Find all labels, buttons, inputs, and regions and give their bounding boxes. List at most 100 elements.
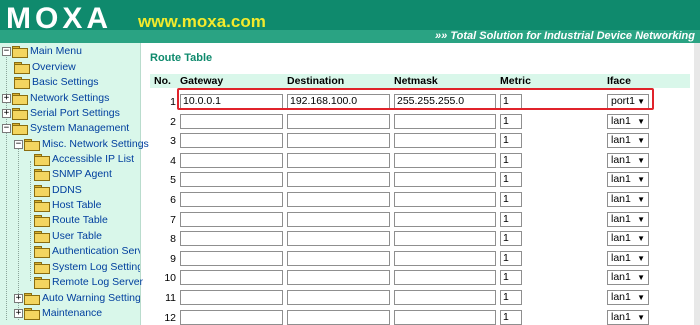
expand-icon[interactable]: +	[2, 93, 11, 103]
gateway-input[interactable]	[180, 270, 283, 286]
iface-select[interactable]: lan1 ▼	[607, 172, 649, 188]
sidebar-item-host-table[interactable]: Host Table	[34, 198, 101, 213]
gateway-input[interactable]	[180, 231, 283, 247]
netmask-input[interactable]	[394, 152, 496, 168]
metric-input[interactable]: 1	[500, 309, 522, 325]
collapse-icon[interactable]: −	[2, 123, 11, 133]
sidebar-item-ddns[interactable]: DDNS	[34, 183, 82, 198]
table-row: 3 1 lan1 ▼	[150, 132, 690, 151]
metric-input[interactable]: 1	[500, 192, 522, 207]
destination-input[interactable]	[287, 172, 390, 188]
iface-select[interactable]: lan1 ▼	[607, 270, 649, 286]
row-number: 12	[164, 311, 176, 324]
folder-icon	[24, 307, 40, 320]
table-row: 8 1 lan1 ▼	[150, 230, 690, 249]
expand-icon[interactable]: +	[14, 308, 23, 318]
gateway-input[interactable]	[180, 250, 283, 266]
expand-icon[interactable]: +	[14, 293, 23, 303]
netmask-input[interactable]	[394, 211, 496, 227]
iface-select[interactable]: lan1 ▼	[607, 133, 649, 149]
sidebar-item-auto-warning-settings[interactable]: + Auto Warning Settings	[14, 291, 140, 306]
collapse-icon[interactable]: −	[2, 46, 11, 56]
sidebar-item-authentication-server[interactable]: Authentication Serve	[34, 244, 140, 259]
destination-input[interactable]	[287, 133, 390, 149]
gateway-input[interactable]	[180, 133, 283, 149]
iface-select[interactable]: lan1 ▼	[607, 250, 649, 266]
iface-select[interactable]: lan1 ▼	[607, 211, 649, 227]
metric-input[interactable]: 1	[500, 113, 522, 129]
netmask-input[interactable]	[394, 290, 496, 305]
sidebar-item-remote-log-server[interactable]: Remote Log Server	[34, 275, 143, 290]
destination-input[interactable]	[287, 192, 390, 207]
dropdown-arrow-icon: ▼	[637, 273, 645, 283]
iface-select[interactable]: lan1 ▼	[607, 192, 649, 207]
sidebar-item-snmp-agent[interactable]: SNMP Agent	[34, 167, 112, 182]
table-row: 6 1 lan1 ▼	[150, 191, 690, 210]
metric-input[interactable]: 1	[500, 172, 522, 188]
gateway-input[interactable]	[180, 113, 283, 129]
moxa-logo: MOXA	[6, 2, 112, 35]
destination-input[interactable]	[287, 211, 390, 227]
sidebar-item-main-menu[interactable]: − Main Menu	[2, 44, 82, 59]
metric-input[interactable]: 1	[500, 211, 522, 227]
vertical-scrollbar[interactable]	[694, 43, 700, 325]
netmask-input[interactable]	[394, 113, 496, 129]
metric-input[interactable]: 1	[500, 133, 522, 149]
sidebar-item-label: Main Menu	[30, 45, 82, 57]
iface-select[interactable]: lan1 ▼	[607, 231, 649, 247]
sidebar-item-serial-port-settings[interactable]: + Serial Port Settings	[2, 106, 120, 121]
sidebar-item-accessible-ip-list[interactable]: Accessible IP List	[34, 152, 134, 167]
sidebar-item-maintenance[interactable]: + Maintenance	[14, 306, 102, 321]
folder-icon	[34, 214, 50, 227]
destination-input[interactable]	[287, 152, 390, 168]
expand-icon[interactable]: +	[2, 108, 11, 118]
destination-input[interactable]	[287, 270, 390, 286]
collapse-icon[interactable]: −	[14, 139, 23, 149]
sidebar-item-label: Authentication Serve	[52, 245, 140, 257]
sidebar-item-route-table[interactable]: Route Table	[34, 213, 108, 228]
gateway-input[interactable]	[180, 309, 283, 325]
row-number: 4	[170, 154, 176, 167]
destination-input[interactable]	[287, 290, 390, 305]
iface-select-value: lan1	[611, 271, 631, 284]
iface-select[interactable]: lan1 ▼	[607, 152, 649, 168]
destination-input[interactable]	[287, 231, 390, 247]
iface-select[interactable]: lan1 ▼	[607, 290, 649, 305]
table-row: 5 1 lan1 ▼	[150, 171, 690, 190]
sidebar-item-user-table[interactable]: User Table	[34, 229, 102, 244]
gateway-input[interactable]	[180, 152, 283, 168]
folder-icon	[24, 138, 40, 151]
destination-input[interactable]	[287, 309, 390, 325]
metric-input[interactable]: 1	[500, 270, 522, 286]
gateway-input[interactable]	[180, 192, 283, 207]
netmask-input[interactable]	[394, 133, 496, 149]
iface-select[interactable]: lan1 ▼	[607, 309, 649, 325]
column-header-metric: Metric	[500, 75, 531, 87]
sidebar-item-system-log-settings[interactable]: System Log Settings	[34, 260, 140, 275]
netmask-input[interactable]	[394, 309, 496, 325]
metric-input[interactable]: 1	[500, 290, 522, 305]
sidebar-item-basic-settings[interactable]: Basic Settings	[14, 75, 99, 90]
netmask-input[interactable]	[394, 250, 496, 266]
destination-input[interactable]	[287, 250, 390, 266]
row-number: 3	[170, 135, 176, 148]
sidebar-item-overview[interactable]: Overview	[14, 60, 76, 75]
sidebar-item-network-settings[interactable]: + Network Settings	[2, 91, 109, 106]
table-row: 4 1 lan1 ▼	[150, 152, 690, 171]
sidebar-item-misc-network-settings[interactable]: − Misc. Network Settings	[14, 137, 149, 152]
site-url-link[interactable]: www.moxa.com	[138, 12, 266, 32]
netmask-input[interactable]	[394, 172, 496, 188]
folder-icon	[14, 61, 30, 74]
metric-input[interactable]: 1	[500, 152, 522, 168]
gateway-input[interactable]	[180, 290, 283, 305]
destination-input[interactable]	[287, 113, 390, 129]
iface-select[interactable]: lan1 ▼	[607, 113, 649, 129]
gateway-input[interactable]	[180, 172, 283, 188]
sidebar-item-system-management[interactable]: − System Management	[2, 121, 129, 136]
gateway-input[interactable]	[180, 211, 283, 227]
netmask-input[interactable]	[394, 231, 496, 247]
metric-input[interactable]: 1	[500, 231, 522, 247]
netmask-input[interactable]	[394, 192, 496, 207]
metric-input[interactable]: 1	[500, 250, 522, 266]
netmask-input[interactable]	[394, 270, 496, 286]
